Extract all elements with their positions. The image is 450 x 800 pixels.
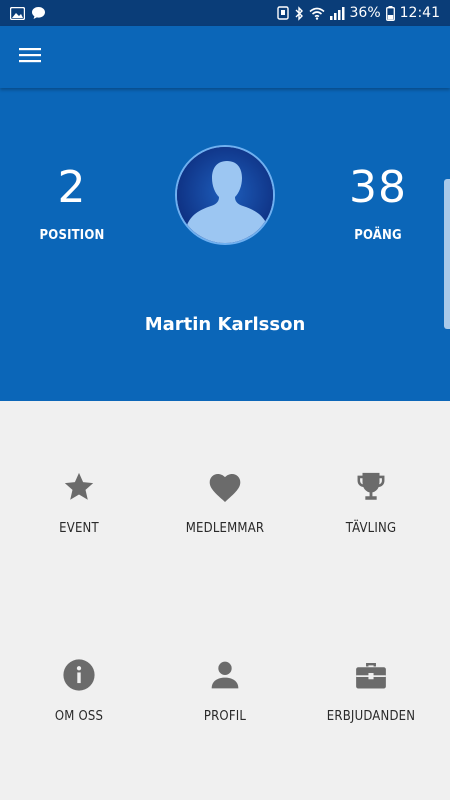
battery-icon — [385, 5, 395, 21]
menu-item-medlemmar[interactable]: MEDLEMMAR — [150, 467, 300, 587]
drawer-handle[interactable] — [444, 179, 450, 329]
bluetooth-icon — [294, 5, 304, 21]
menu-item-label: ERBJUDANDEN — [326, 709, 416, 724]
menu-item-erbjudanden[interactable]: ERBJUDANDEN — [296, 655, 446, 775]
person-silhouette-icon — [177, 147, 273, 243]
menu-item-label: OM OSS — [54, 709, 104, 724]
person-icon — [205, 655, 245, 695]
position-value: 2 — [57, 162, 87, 213]
position-stat: 2 POSITION — [12, 160, 132, 243]
points-stat: 38 POÄNG — [318, 160, 438, 243]
info-icon — [59, 655, 99, 695]
app-bar — [0, 26, 450, 88]
menu-item-event[interactable]: EVENT — [4, 467, 154, 587]
star-icon — [59, 467, 99, 507]
status-right: 36% 12:41 — [276, 5, 440, 21]
signal-icon — [329, 6, 345, 20]
menu-item-tavling[interactable]: TÄVLING — [296, 467, 446, 587]
clock: 12:41 — [399, 5, 440, 21]
user-name: Martin Karlsson — [144, 314, 306, 335]
image-icon — [10, 6, 25, 20]
nfc-icon — [276, 6, 289, 20]
hamburger-menu-icon — [19, 47, 41, 67]
menu-item-label: MEDLEMMAR — [185, 521, 265, 536]
points-value: 38 — [349, 162, 407, 213]
heart-icon — [205, 467, 245, 507]
position-label: POSITION — [39, 228, 105, 243]
menu-item-label: TÄVLING — [345, 521, 397, 536]
profile-header: 2 POSITION 38 POÄNG Martin Karlsson — [0, 88, 450, 401]
points-label: POÄNG — [354, 228, 402, 243]
menu-item-label: PROFIL — [203, 709, 247, 724]
wifi-icon — [308, 7, 325, 20]
trophy-icon — [351, 467, 391, 507]
menu-grid: EVENT MEDLEMMAR TÄVLING OM OSS PROFIL ER… — [0, 401, 450, 800]
menu-button[interactable] — [12, 39, 48, 75]
menu-item-om-oss[interactable]: OM OSS — [4, 655, 154, 775]
status-bar: 36% 12:41 — [0, 0, 450, 26]
briefcase-icon — [351, 655, 391, 695]
avatar[interactable] — [175, 145, 275, 245]
menu-item-profil[interactable]: PROFIL — [150, 655, 300, 775]
status-left — [10, 6, 46, 20]
chat-bubble-icon — [31, 6, 46, 20]
battery-percent: 36% — [349, 5, 381, 21]
menu-item-label: EVENT — [59, 521, 99, 536]
